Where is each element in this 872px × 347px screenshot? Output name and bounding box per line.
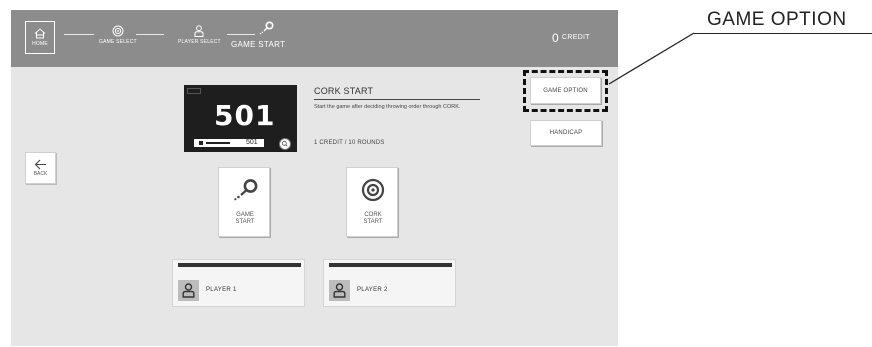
callout-leader-line [608, 32, 695, 85]
callout-underline [694, 33, 872, 34]
callout-label: GAME OPTION [707, 9, 847, 30]
